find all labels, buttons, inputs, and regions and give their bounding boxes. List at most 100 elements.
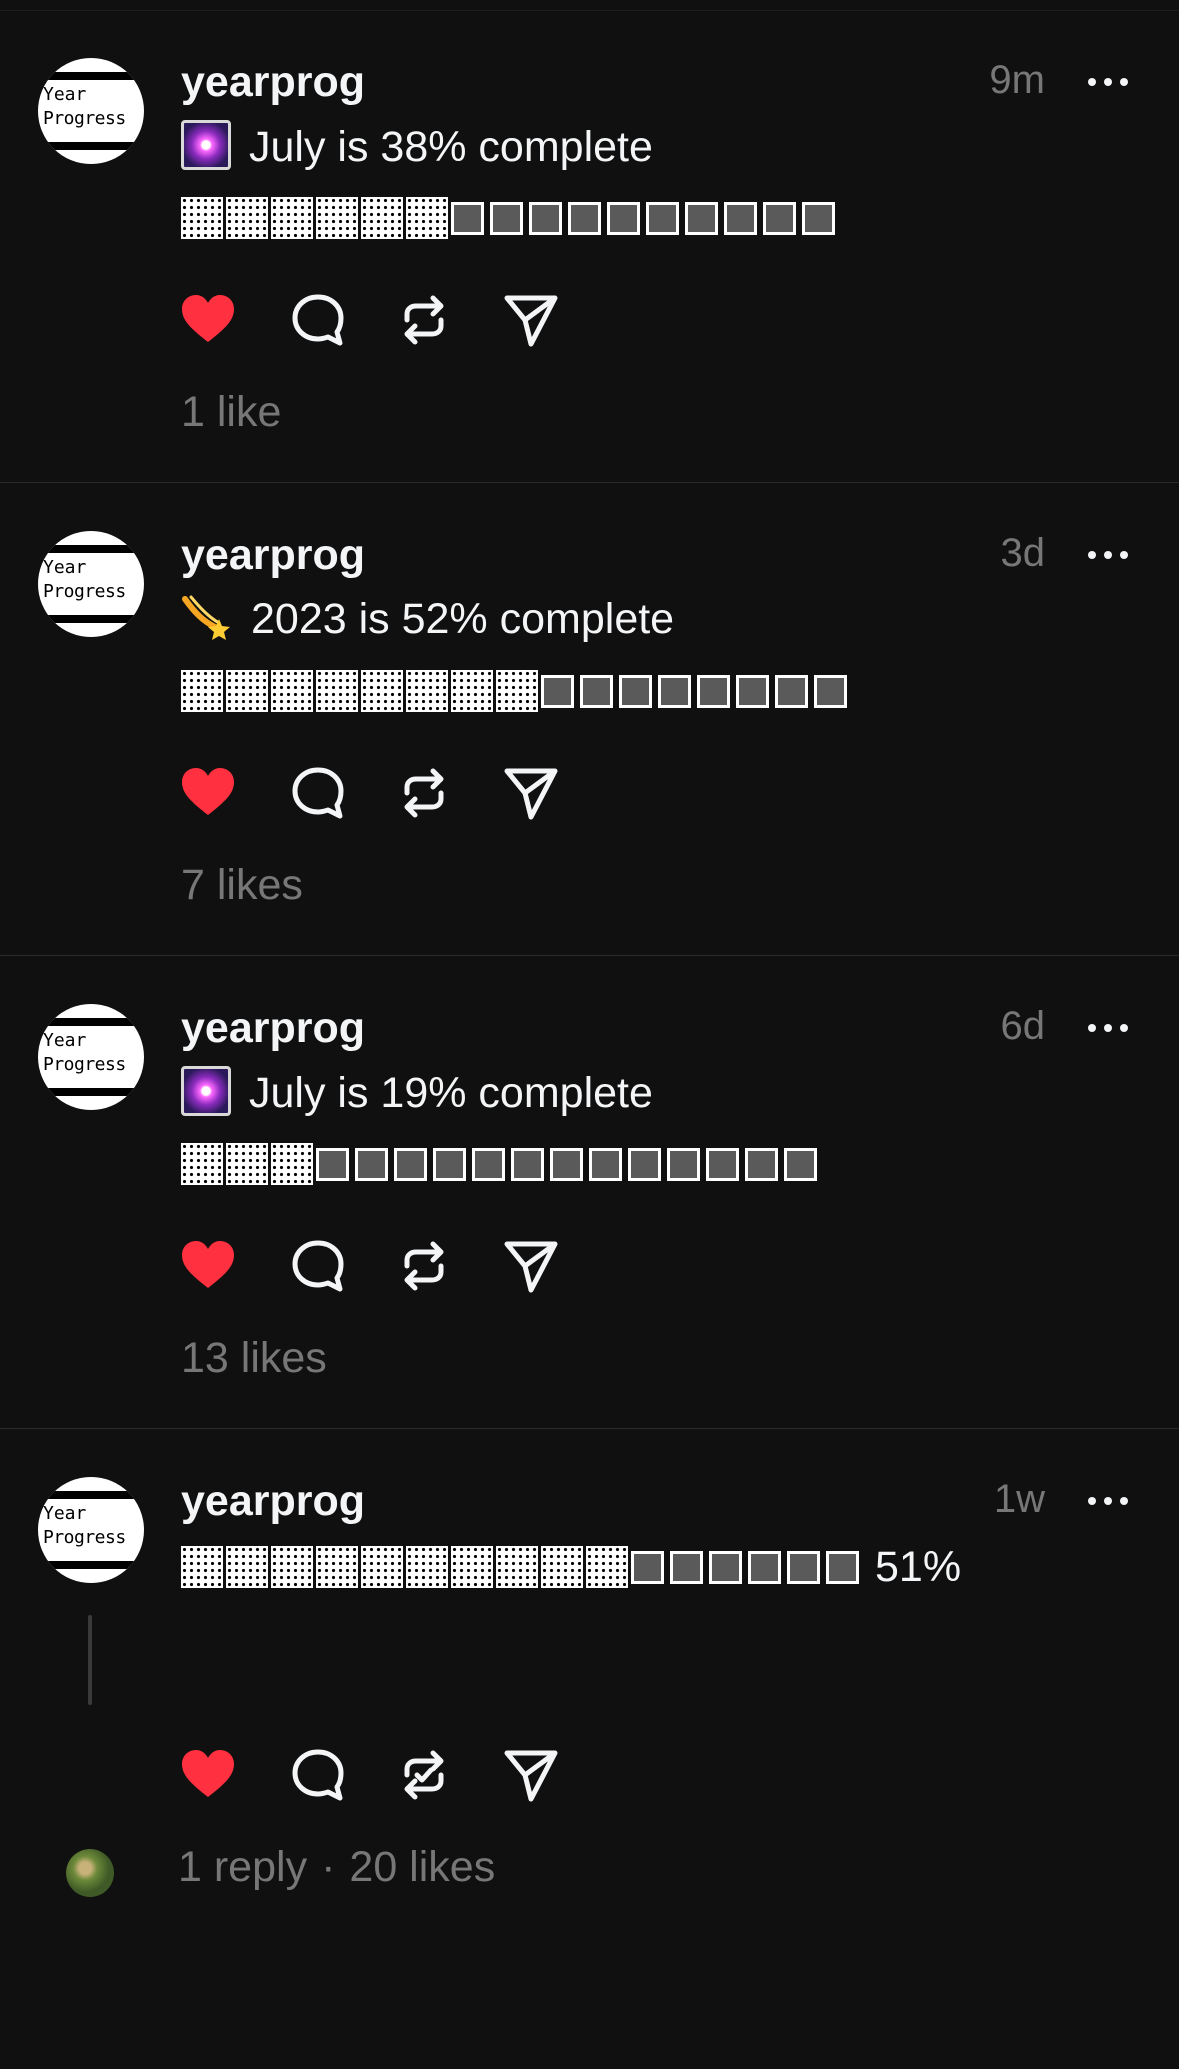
progress-empty-block — [706, 1147, 739, 1181]
more-icon[interactable] — [1086, 70, 1134, 94]
like-count[interactable]: 20 likes — [349, 1843, 495, 1891]
progress-empty-block — [580, 674, 613, 708]
post: Year Progress yearprog 3d 2023 is 52% comple… — [0, 483, 1179, 956]
avatar[interactable]: Year Progress — [38, 1004, 144, 1110]
progress-empty-block — [541, 674, 574, 708]
progress-empty-block — [646, 201, 679, 235]
progress-filled-block — [496, 670, 538, 712]
repost-icon[interactable] — [394, 763, 454, 823]
share-icon[interactable] — [501, 1236, 561, 1296]
progress-bar — [181, 196, 841, 240]
repost-icon[interactable] — [394, 1236, 454, 1296]
more-icon[interactable] — [1086, 543, 1134, 567]
username[interactable]: yearprog — [181, 58, 365, 107]
progress-empty-block — [697, 674, 730, 708]
heart-icon[interactable] — [178, 763, 238, 823]
reply-count[interactable]: 1 reply — [178, 1843, 307, 1891]
post-time: 1w — [993, 1477, 1045, 1521]
progress-filled-block — [271, 1143, 313, 1185]
avatar[interactable]: Year Progress — [38, 1477, 144, 1583]
progress-empty-block — [724, 201, 757, 235]
comment-icon[interactable] — [288, 290, 348, 350]
repost-icon[interactable] — [394, 290, 454, 350]
progress-filled-block — [406, 1546, 448, 1588]
progress-empty-block — [433, 1147, 466, 1181]
avatar-text: Progress — [43, 108, 126, 129]
avatar-band — [38, 545, 144, 553]
more-dot — [1088, 1024, 1096, 1032]
more-icon[interactable] — [1086, 1489, 1134, 1513]
repost-icon[interactable] — [394, 1745, 454, 1805]
progress-empty-block — [316, 1147, 349, 1181]
avatar-text: Year — [43, 1030, 87, 1051]
avatar-text: Progress — [43, 581, 126, 602]
post-time: 3d — [1000, 531, 1046, 575]
progress-filled-block — [226, 1546, 268, 1588]
like-count[interactable]: 13 likes — [181, 1334, 327, 1383]
progress-percent: 51% — [875, 1542, 962, 1591]
share-icon[interactable] — [501, 290, 561, 350]
progress-filled-block — [181, 1546, 223, 1588]
progress-bar — [181, 1142, 823, 1186]
avatar-band — [38, 615, 144, 623]
progress-filled-block — [496, 1546, 538, 1588]
progress-empty-block — [763, 201, 796, 235]
progress-filled-block — [586, 1546, 628, 1588]
progress-filled-block — [226, 670, 268, 712]
progress-empty-block — [568, 201, 601, 235]
comment-icon[interactable] — [288, 1745, 348, 1805]
progress-empty-block — [631, 1550, 664, 1584]
comet-emoji-icon — [181, 593, 233, 643]
progress-filled-block — [361, 197, 403, 239]
more-dot — [1120, 1497, 1128, 1505]
like-count[interactable]: 7 likes — [181, 861, 303, 910]
progress-filled-block — [451, 1546, 493, 1588]
progress-empty-block — [394, 1147, 427, 1181]
more-dot — [1104, 1497, 1112, 1505]
separator: · — [321, 1843, 336, 1891]
avatar[interactable]: Year Progress — [38, 531, 144, 637]
post-text-line: July is 38% complete — [181, 120, 653, 172]
username[interactable]: yearprog — [181, 1004, 365, 1053]
progress-empty-block — [451, 201, 484, 235]
comment-icon[interactable] — [288, 763, 348, 823]
post-time: 9m — [989, 58, 1045, 102]
progress-empty-block — [355, 1147, 388, 1181]
progress-empty-block — [784, 1147, 817, 1181]
post-text: July is 38% complete — [249, 123, 653, 171]
more-icon[interactable] — [1086, 1016, 1134, 1040]
like-count[interactable]: 1 like — [181, 388, 281, 437]
username[interactable]: yearprog — [181, 1477, 365, 1526]
progress-empty-block — [685, 201, 718, 235]
more-dot — [1104, 1024, 1112, 1032]
progress-empty-block — [826, 1550, 859, 1584]
heart-icon[interactable] — [178, 1745, 238, 1805]
firework-emoji-icon — [181, 120, 231, 170]
more-dot — [1120, 551, 1128, 559]
avatar-band — [38, 1088, 144, 1096]
progress-filled-block — [541, 1546, 583, 1588]
reply-avatar[interactable] — [66, 1849, 114, 1897]
avatar[interactable]: Year Progress — [38, 58, 144, 164]
share-icon[interactable] — [501, 763, 561, 823]
post-time: 6d — [1000, 1004, 1046, 1048]
more-dot — [1088, 78, 1096, 86]
progress-filled-block — [181, 197, 223, 239]
progress-filled-block — [271, 670, 313, 712]
username[interactable]: yearprog — [181, 531, 365, 580]
progress-empty-block — [628, 1147, 661, 1181]
progress-empty-block — [802, 201, 835, 235]
progress-filled-block — [406, 197, 448, 239]
progress-empty-block — [667, 1147, 700, 1181]
avatar-text: Year — [43, 84, 87, 105]
heart-icon[interactable] — [178, 290, 238, 350]
share-icon[interactable] — [501, 1745, 561, 1805]
progress-filled-block — [316, 1546, 358, 1588]
avatar-band — [38, 1561, 144, 1569]
post-text-line: 2023 is 52% complete — [181, 593, 674, 644]
progress-filled-block — [361, 670, 403, 712]
more-dot — [1104, 78, 1112, 86]
comment-icon[interactable] — [288, 1236, 348, 1296]
heart-icon[interactable] — [178, 1236, 238, 1296]
progress-empty-block — [472, 1147, 505, 1181]
